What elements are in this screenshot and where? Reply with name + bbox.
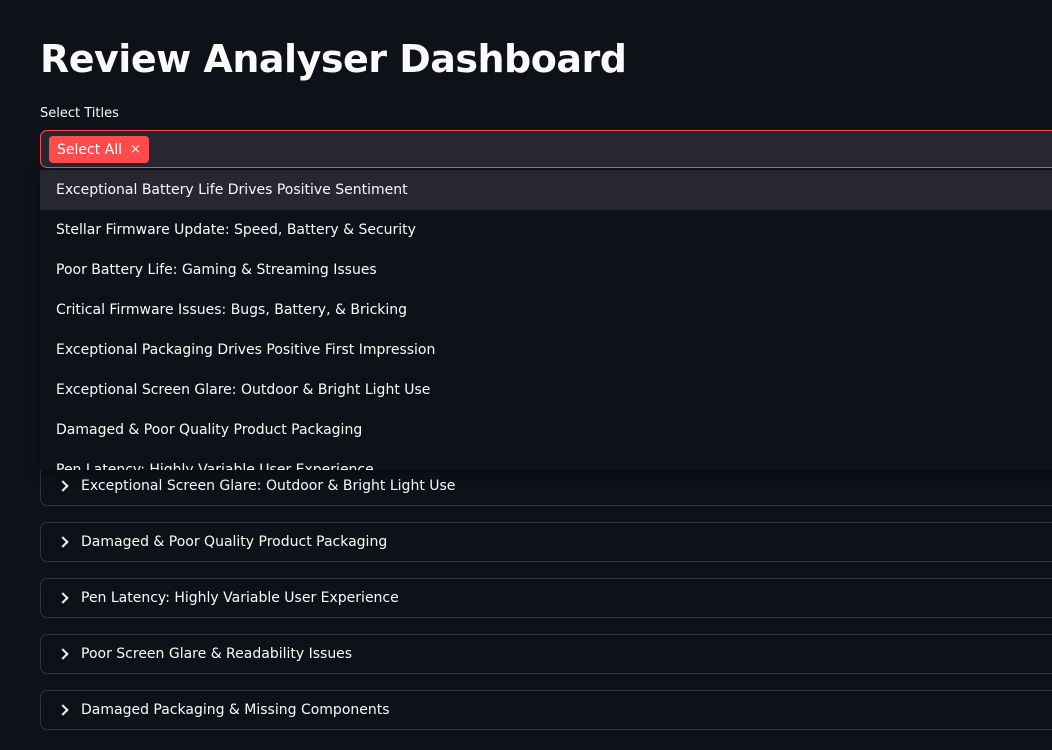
chevron-right-icon	[57, 479, 71, 493]
select-all-tag[interactable]: Select All ×	[49, 136, 149, 163]
chevron-right-icon	[57, 703, 71, 717]
expander-item[interactable]: Damaged & Poor Quality Product Packaging	[40, 522, 1052, 562]
expander-label: Damaged & Poor Quality Product Packaging	[81, 534, 388, 550]
close-icon[interactable]: ×	[130, 143, 141, 156]
expander-item[interactable]: Pen Latency: Highly Variable User Experi…	[40, 578, 1052, 618]
dropdown-option[interactable]: Exceptional Packaging Drives Positive Fi…	[40, 330, 1052, 370]
dropdown-option[interactable]: Stellar Firmware Update: Speed, Battery …	[40, 210, 1052, 250]
dropdown-option[interactable]: Exceptional Screen Glare: Outdoor & Brig…	[40, 370, 1052, 410]
chevron-right-icon	[57, 591, 71, 605]
expander-item[interactable]: Damaged Packaging & Missing Components	[40, 690, 1052, 730]
dropdown-option[interactable]: Exceptional Battery Life Drives Positive…	[40, 170, 1052, 210]
titles-dropdown-menu: Exceptional Battery Life Drives Positive…	[40, 170, 1052, 470]
page-title: Review Analyser Dashboard	[40, 37, 627, 81]
chevron-right-icon	[57, 647, 71, 661]
dropdown-option[interactable]: Damaged & Poor Quality Product Packaging	[40, 410, 1052, 450]
expander-label: Poor Screen Glare & Readability Issues	[81, 646, 353, 662]
dropdown-option[interactable]: Poor Battery Life: Gaming & Streaming Is…	[40, 250, 1052, 290]
dashboard-page: Review Analyser Dashboard Select Titles …	[0, 0, 1052, 750]
expander-label: Pen Latency: Highly Variable User Experi…	[81, 590, 399, 606]
chevron-right-icon	[57, 535, 71, 549]
dropdown-option[interactable]: Critical Firmware Issues: Bugs, Battery,…	[40, 290, 1052, 330]
dropdown-option[interactable]: Pen Latency: Highly Variable User Experi…	[40, 450, 1052, 470]
expander-item[interactable]: Exceptional Screen Glare: Outdoor & Brig…	[40, 466, 1052, 506]
titles-multiselect[interactable]: Select All ×	[40, 130, 1052, 168]
expander-label: Damaged Packaging & Missing Components	[81, 702, 390, 718]
expander-item[interactable]: Poor Screen Glare & Readability Issues	[40, 634, 1052, 674]
select-all-tag-label: Select All	[57, 141, 122, 158]
select-titles-label: Select Titles	[40, 106, 119, 121]
expander-label: Exceptional Screen Glare: Outdoor & Brig…	[81, 478, 456, 494]
